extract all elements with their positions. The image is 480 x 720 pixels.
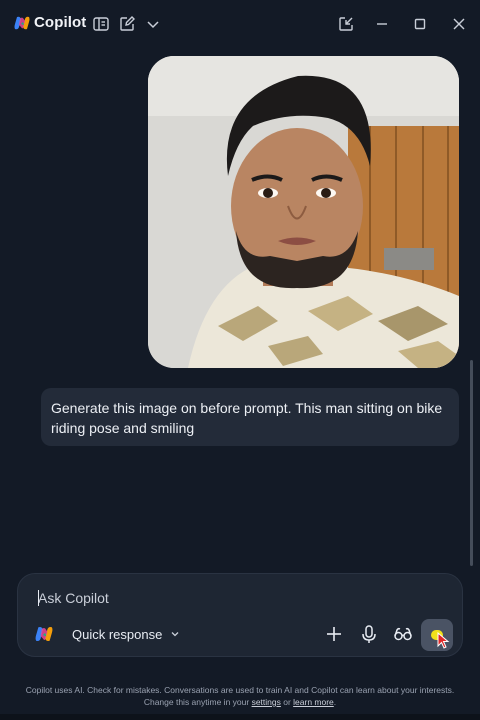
copilot-icon[interactable] xyxy=(35,625,53,643)
copilot-logo-icon xyxy=(14,16,30,29)
brand: Copilot xyxy=(14,14,86,31)
send-button[interactable] xyxy=(421,619,453,651)
disclaimer-end: . xyxy=(333,697,337,707)
disclaimer-or: or xyxy=(280,697,294,707)
app-title: Copilot xyxy=(34,14,87,31)
user-message-bubble: Generate this image on before prompt. Th… xyxy=(41,388,459,446)
new-chat-icon[interactable] xyxy=(118,15,136,33)
disclaimer-text: Copilot uses AI. Check for mistakes. Con… xyxy=(25,685,455,707)
title-bar: Copilot xyxy=(0,0,480,48)
chevron-down-icon xyxy=(171,632,179,637)
ask-copilot-input[interactable] xyxy=(38,588,418,608)
user-message-text: Generate this image on before prompt. Th… xyxy=(51,400,443,436)
mouse-cursor-icon xyxy=(437,632,450,649)
text-caret xyxy=(38,590,39,606)
minimize-icon[interactable] xyxy=(373,15,391,33)
vision-icon[interactable] xyxy=(393,624,413,644)
close-icon[interactable] xyxy=(450,15,468,33)
learn-more-link[interactable]: learn more xyxy=(293,697,334,707)
man-portrait-image xyxy=(148,56,459,368)
scrollbar[interactable] xyxy=(470,360,473,566)
user-uploaded-photo[interactable] xyxy=(148,56,459,368)
add-icon[interactable] xyxy=(324,624,344,644)
response-mode-dropdown[interactable]: Quick response xyxy=(64,621,190,647)
disclaimer: Copilot uses AI. Check for mistakes. Con… xyxy=(20,684,460,708)
maximize-icon[interactable] xyxy=(411,15,429,33)
pop-out-icon[interactable] xyxy=(337,15,355,33)
composer: Quick response xyxy=(17,573,463,657)
response-mode-label: Quick response xyxy=(72,626,163,642)
settings-link[interactable]: settings xyxy=(252,697,281,707)
chevron-down-icon[interactable] xyxy=(144,15,162,33)
sidebar-toggle-icon[interactable] xyxy=(92,15,110,33)
window-bottom-edge xyxy=(0,714,480,720)
microphone-icon[interactable] xyxy=(359,624,379,644)
